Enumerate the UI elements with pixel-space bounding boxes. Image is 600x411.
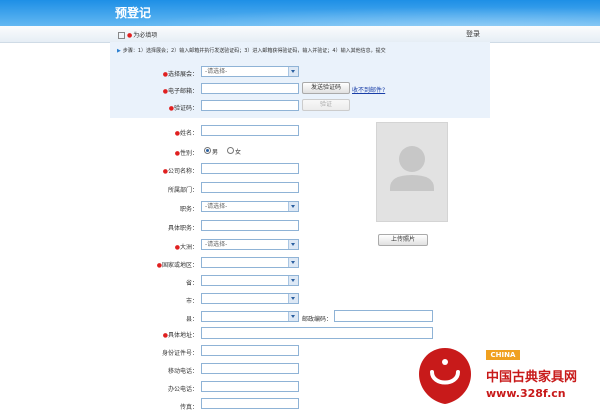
photo-placeholder [376, 122, 448, 222]
mobile-field[interactable] [201, 363, 299, 374]
code-field[interactable] [201, 100, 299, 111]
email-field[interactable] [201, 83, 299, 94]
chevron-down-icon [288, 312, 298, 321]
city-label: 市： [185, 298, 198, 305]
country-select[interactable] [201, 257, 299, 268]
zipcode-field[interactable] [334, 310, 433, 322]
id-number-label: 身份证件号： [161, 350, 198, 357]
position-detail-field[interactable] [201, 220, 299, 231]
code-label: ●验证码： [168, 105, 198, 112]
position-select[interactable]: -请选择- [201, 201, 299, 212]
id-number-field[interactable] [201, 345, 299, 356]
verify-button[interactable]: 验证 [302, 99, 350, 111]
site-logo-icon [419, 348, 471, 404]
chevron-down-icon [288, 258, 298, 267]
fax-field[interactable] [201, 398, 299, 409]
form-icon [118, 32, 125, 39]
gender-option-female: 女 [235, 149, 242, 156]
exhibition-select[interactable]: -请选择- [201, 66, 299, 77]
province-select[interactable] [201, 275, 299, 286]
chevron-down-icon [288, 202, 298, 211]
chevron-down-icon [288, 240, 298, 249]
avatar-silhouette-icon [390, 146, 434, 191]
office-phone-label: 办公电话： [167, 386, 198, 393]
chevron-down-icon [288, 67, 298, 76]
upload-photo-button[interactable]: 上传照片 [378, 234, 428, 246]
position-label: 职务： [179, 206, 198, 213]
gender-radio-female[interactable] [227, 147, 234, 154]
chevron-down-icon [288, 294, 298, 303]
required-note-text: 为必填项 [133, 32, 158, 39]
gender-label: ●性别： [174, 150, 198, 157]
office-phone-field[interactable] [201, 381, 299, 392]
continent-select[interactable]: -请选择- [201, 239, 299, 250]
login-link[interactable]: 登录 [466, 29, 480, 39]
chevron-down-icon [288, 276, 298, 285]
watermark: CHINA 中国古典家具网 www.328f.cn [406, 342, 600, 410]
department-field[interactable] [201, 182, 299, 193]
name-label: ●姓名： [174, 130, 198, 137]
exhibition-label: ●选择展会： [162, 71, 198, 78]
province-label: 省： [185, 280, 198, 287]
page-title: 预登记 [115, 6, 152, 20]
watermark-site-name: 中国古典家具网 [486, 370, 578, 385]
continent-label: ●大洲： [174, 244, 198, 251]
required-star-icon: ● [127, 32, 133, 39]
gender-option-male: 男 [212, 149, 219, 156]
gender-radio-male[interactable] [204, 147, 211, 154]
required-note: ●为必填项 [118, 30, 157, 39]
county-label: 县： [185, 316, 198, 323]
not-received-link[interactable]: 收不到邮件? [352, 85, 385, 94]
steps-text: 步骤：1）选择展会；2）输入邮箱并执行发送验证码；3）进入邮箱获得验证码，输入并… [122, 48, 386, 54]
email-label: ●电子邮箱： [162, 88, 198, 95]
header-decoration [0, 0, 600, 26]
triangle-icon: ▶ [117, 48, 121, 54]
department-label: 所属部门： [167, 187, 198, 194]
mobile-label: 移动电话： [167, 368, 198, 375]
position-detail-label: 具体职务： [167, 225, 198, 232]
top-bar: ●为必填项 登录 [0, 26, 600, 43]
city-select[interactable] [201, 293, 299, 304]
address-label: ●具体地址： [162, 332, 198, 339]
zipcode-label: 邮政编码： [302, 316, 333, 323]
address-field[interactable] [201, 327, 433, 339]
name-field[interactable] [201, 125, 299, 136]
watermark-badge: CHINA [486, 350, 520, 360]
steps-instructions: ▶ 步骤：1）选择展会；2）输入邮箱并执行发送验证码；3）进入邮箱获得验证码，输入… [117, 47, 386, 54]
send-code-button[interactable]: 发送验证码 [302, 82, 350, 94]
company-label: ●公司名称： [162, 168, 198, 175]
company-field[interactable] [201, 163, 299, 174]
page-header: 预登记 [0, 0, 600, 26]
watermark-url: www.328f.cn [486, 387, 566, 400]
county-select[interactable] [201, 311, 299, 322]
country-label: ●国家或地区： [156, 262, 198, 269]
